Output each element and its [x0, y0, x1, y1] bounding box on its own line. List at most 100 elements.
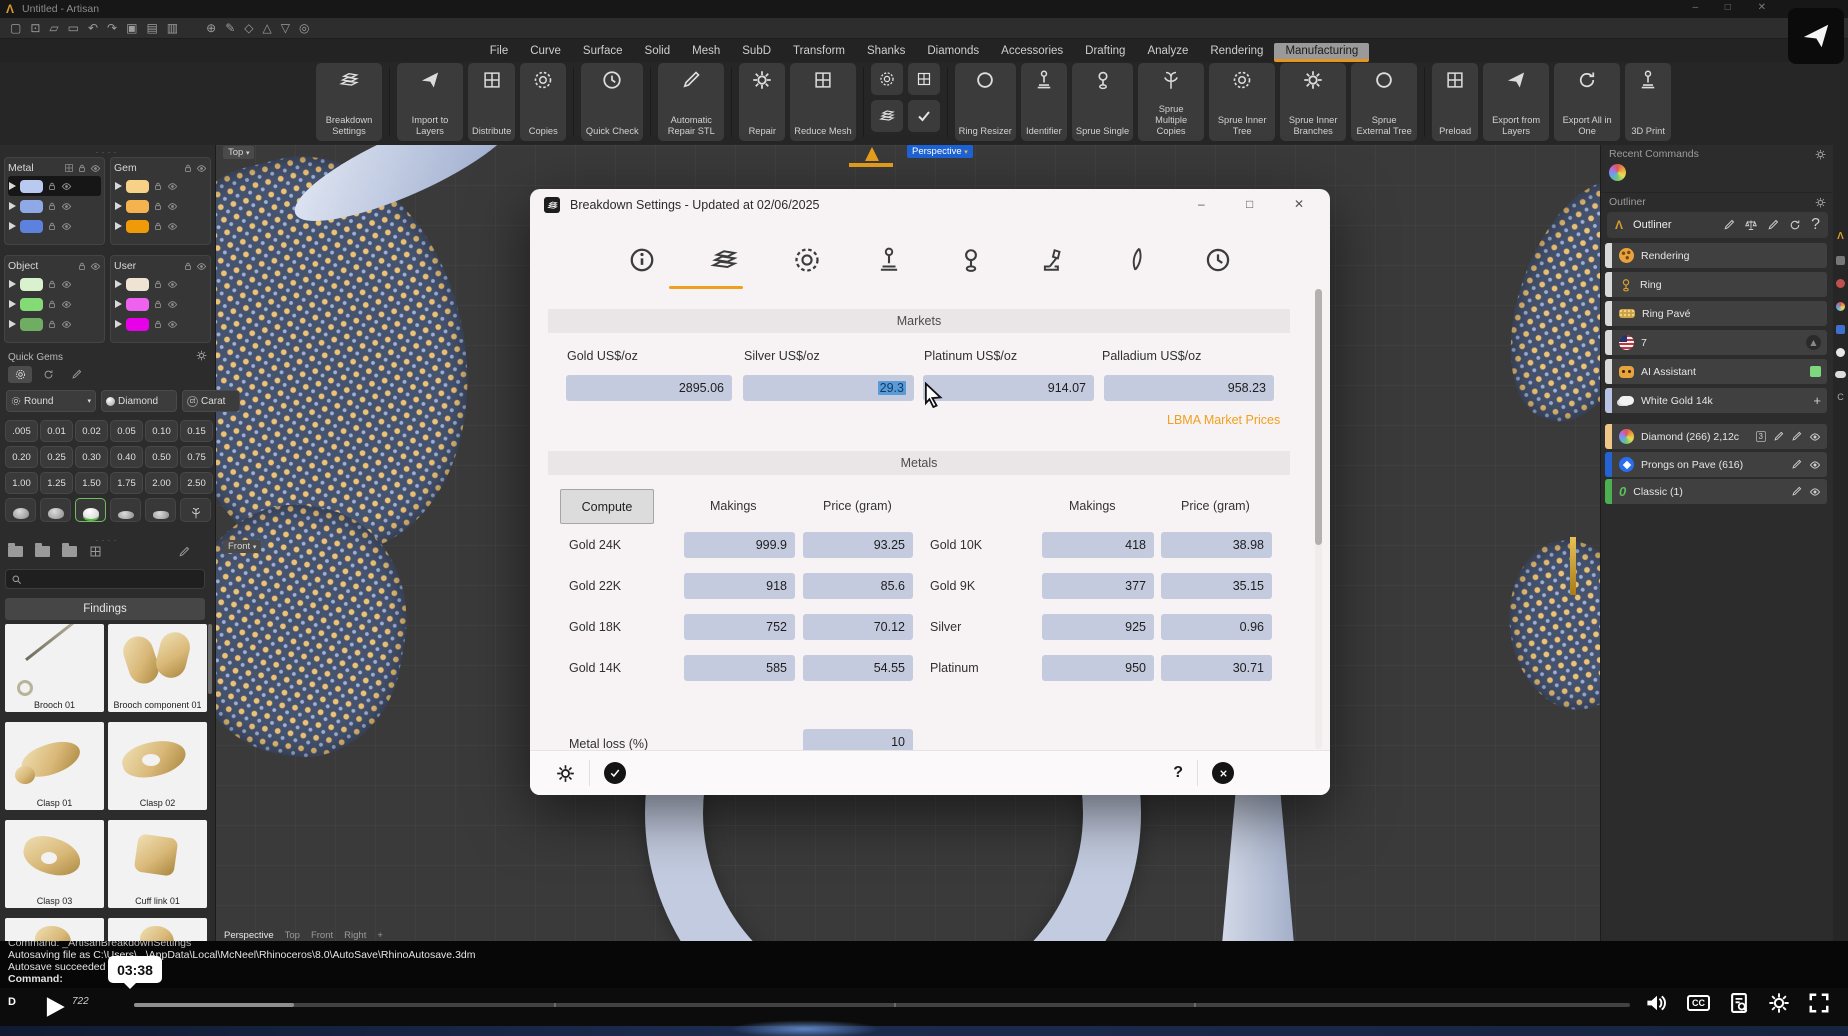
save-as-icon[interactable]: ▤ [146, 21, 157, 35]
color-swatch[interactable] [20, 278, 43, 291]
share-paper-plane-icon[interactable] [1788, 8, 1844, 64]
artisan-tab-icon[interactable]: Λ [1837, 231, 1844, 242]
makings-input[interactable]: 950 [1042, 655, 1154, 681]
menu-analyze[interactable]: Analyze [1136, 43, 1199, 59]
pave-set-icon[interactable] [89, 545, 102, 558]
outliner-row[interactable]: Prongs on Pave (616) [1605, 452, 1827, 477]
breakdown-settings-button[interactable]: Breakdown Settings [316, 63, 382, 141]
color-swatch[interactable] [20, 220, 43, 233]
carat-button[interactable]: 0.15 [180, 420, 213, 442]
menu-rendering[interactable]: Rendering [1199, 43, 1274, 59]
layer-row[interactable] [8, 176, 101, 196]
gem-style-button[interactable] [40, 498, 71, 522]
undo-icon[interactable]: ↶ [88, 21, 98, 35]
price-input[interactable]: 93.25 [803, 532, 913, 558]
makings-input[interactable]: 925 [1042, 614, 1154, 640]
lock-icon[interactable] [183, 261, 193, 271]
findings-scrollbar[interactable] [208, 624, 212, 694]
price-input[interactable]: 0.96 [1161, 614, 1272, 640]
eye-icon[interactable] [167, 319, 178, 330]
lock-icon[interactable] [47, 299, 57, 309]
lock-icon[interactable] [153, 279, 163, 289]
fullscreen-icon[interactable] [1808, 992, 1830, 1014]
viewport-tab-right[interactable]: Right [344, 930, 366, 941]
gumball-arrow[interactable] [849, 163, 893, 167]
eye-icon[interactable] [61, 279, 72, 290]
distribute-button[interactable]: Distribute [468, 63, 515, 141]
outliner-row[interactable]: White Gold 14k+ [1605, 388, 1827, 413]
export-from-layers-button[interactable]: Export from Layers [1483, 63, 1549, 141]
menu-accessories[interactable]: Accessories [990, 43, 1074, 59]
carat-button[interactable]: 0.30 [75, 446, 108, 468]
outliner-row[interactable]: 0Classic (1) [1605, 479, 1827, 504]
quick-check-button[interactable]: Quick Check [581, 63, 643, 141]
sprue-inner-tree-button[interactable]: Sprue Inner Tree [1209, 63, 1275, 141]
dialog-minimize-button[interactable]: – [1198, 197, 1205, 211]
pen-icon[interactable] [1791, 459, 1802, 470]
color-swatch[interactable] [126, 318, 149, 331]
layer-row[interactable] [8, 314, 101, 334]
color-swatch[interactable] [20, 200, 43, 213]
eye-icon[interactable] [167, 201, 178, 212]
eye-icon[interactable] [167, 299, 178, 310]
carat-button[interactable]: 1.00 [5, 472, 38, 494]
menu-file[interactable]: File [479, 43, 520, 59]
findings-search-input[interactable] [5, 569, 205, 589]
scrollbar-thumb[interactable] [1315, 289, 1322, 545]
tab-findings-icon[interactable] [867, 238, 911, 282]
dock-icon[interactable] [1836, 302, 1845, 311]
transcript-icon[interactable] [1728, 992, 1750, 1014]
eye-icon[interactable] [90, 163, 101, 174]
cancel-button[interactable] [1212, 762, 1234, 784]
menu-shanks[interactable]: Shanks [856, 43, 916, 59]
makings-input[interactable]: 418 [1042, 532, 1154, 558]
carat-button[interactable]: 0.50 [145, 446, 178, 468]
pave-render-right[interactable] [1485, 161, 1600, 439]
lbma-market-prices-link[interactable]: LBMA Market Prices [1167, 413, 1280, 427]
confirm-icon[interactable] [908, 100, 940, 132]
color-swatch[interactable] [126, 298, 149, 311]
material-icon[interactable] [1773, 431, 1784, 442]
carat-button[interactable]: 0.75 [180, 446, 213, 468]
outliner-row[interactable]: Diamond (266) 2,12c3 [1605, 424, 1827, 449]
gems-tab-rotate-icon[interactable] [36, 366, 60, 383]
print-icon[interactable]: ▥ [167, 21, 178, 35]
tab-casting-icon[interactable] [1031, 238, 1075, 282]
open-recent-icon[interactable]: ▭ [68, 21, 79, 35]
makings-input[interactable]: 585 [684, 655, 795, 681]
pen-icon[interactable] [1767, 219, 1779, 231]
platinum-market-input[interactable]: 914.07 [923, 375, 1094, 401]
finding-item[interactable]: Clasp 03 [5, 820, 104, 908]
gem-type-dropdown[interactable]: Diamond [101, 390, 177, 412]
eye-icon[interactable] [1809, 459, 1821, 471]
command-prompt[interactable]: Command: [8, 973, 1848, 985]
carat-button[interactable]: 2.50 [180, 472, 213, 494]
panel-drag-handle[interactable]: ···· [0, 147, 215, 157]
import-to-layers-button[interactable]: Import to Layers [397, 63, 463, 141]
down-tool-icon[interactable]: ▽ [281, 21, 290, 35]
dialog-close-button[interactable]: ✕ [1294, 197, 1304, 211]
folder-library-icon[interactable] [8, 546, 23, 557]
color-swatch[interactable] [20, 318, 43, 331]
makings-input[interactable]: 752 [684, 614, 795, 640]
eye-icon[interactable] [61, 221, 72, 232]
dock-cloud-icon[interactable] [1835, 371, 1846, 378]
carat-button[interactable]: 1.75 [110, 472, 143, 494]
brush-icon[interactable] [1723, 219, 1735, 231]
sprue-external-tree-button[interactable]: Sprue External Tree [1351, 63, 1417, 141]
tab-info-icon[interactable] [620, 238, 664, 282]
folder-lock-icon[interactable] [35, 546, 50, 557]
carat-button[interactable]: 0.10 [145, 420, 178, 442]
layer-row[interactable] [8, 216, 101, 236]
tab-ring-icon[interactable] [949, 238, 993, 282]
eye-icon[interactable] [167, 279, 178, 290]
tab-gems-icon[interactable] [785, 238, 829, 282]
lock-icon[interactable] [153, 221, 163, 231]
eye-icon[interactable] [61, 299, 72, 310]
pave-render-right-2[interactable] [1499, 532, 1600, 718]
pen-icon[interactable] [1791, 431, 1802, 442]
layer-row[interactable] [114, 314, 207, 334]
price-input[interactable]: 38.98 [1161, 532, 1272, 558]
carat-button[interactable]: 0.40 [110, 446, 143, 468]
dialog-titlebar[interactable]: Breakdown Settings - Updated at 02/06/20… [530, 189, 1330, 221]
